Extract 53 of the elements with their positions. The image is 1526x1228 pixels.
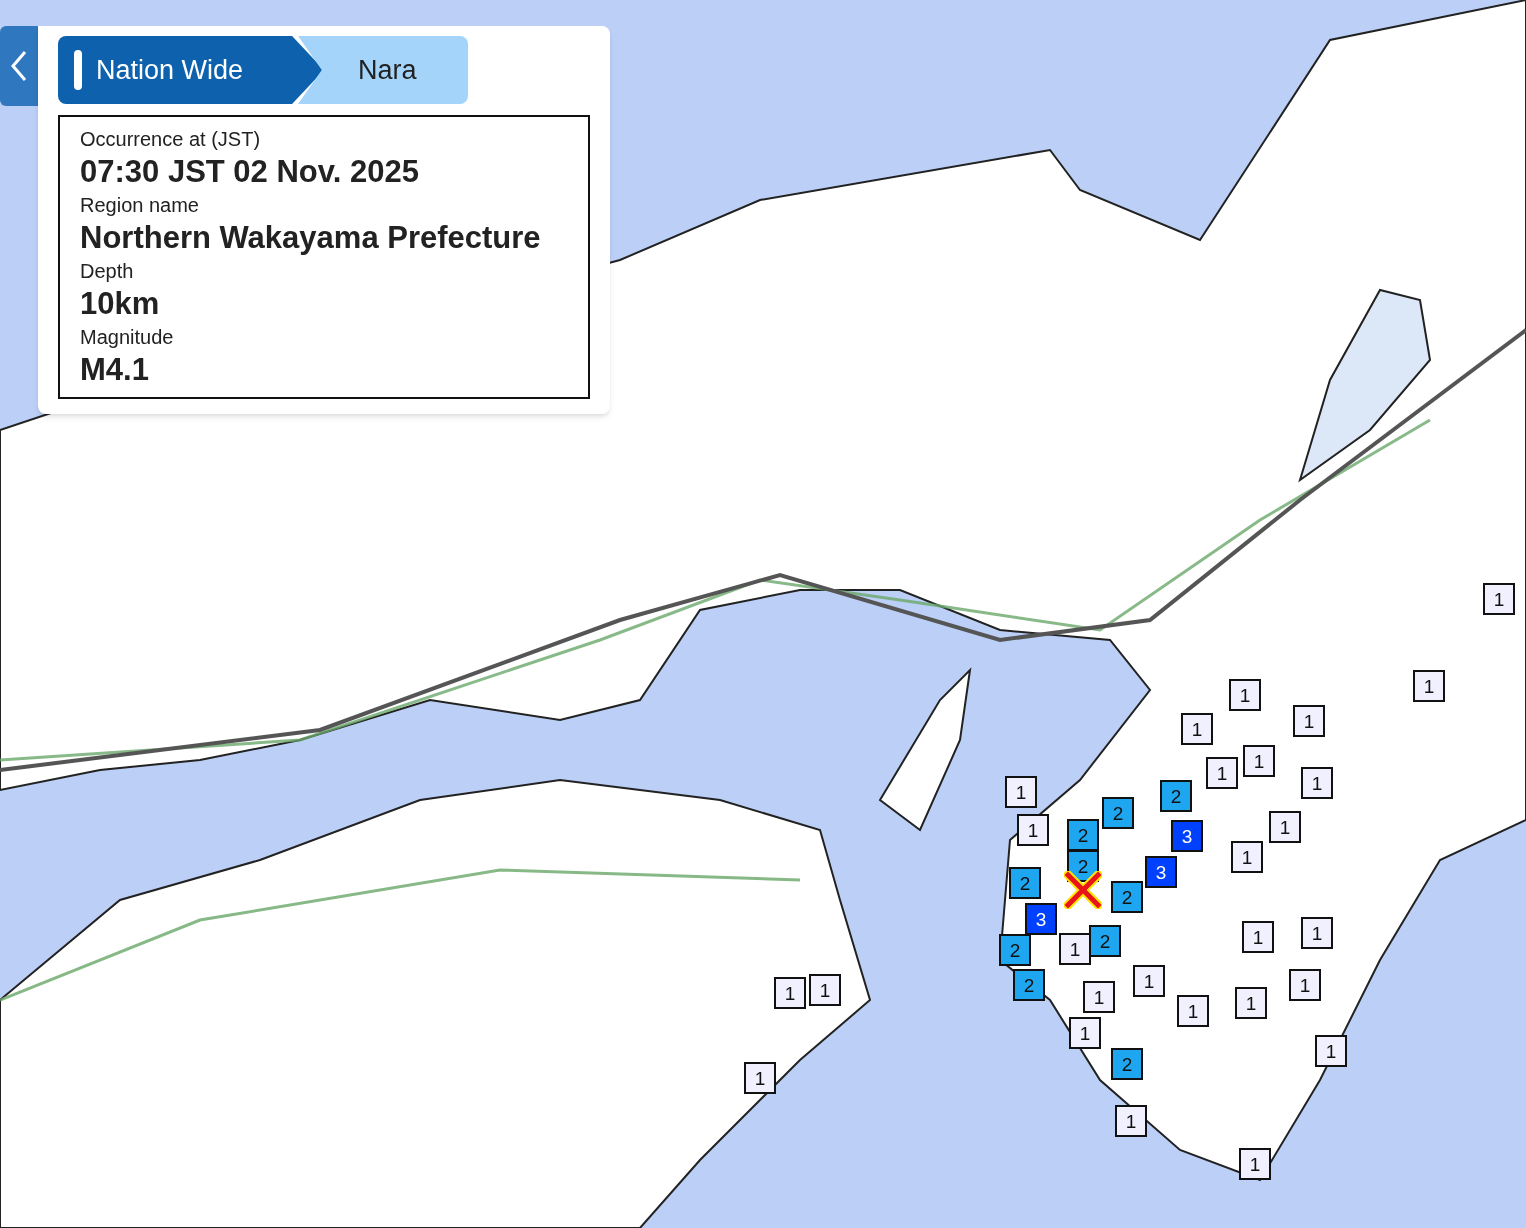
intensity-marker: 2 [1013, 969, 1045, 1001]
intensity-marker: 1 [1293, 705, 1325, 737]
intensity-marker: 1 [1243, 745, 1275, 777]
field-value: 10km [80, 285, 161, 323]
intensity-marker: 1 [1206, 757, 1238, 789]
intensity-marker: 1 [1301, 917, 1333, 949]
field-label: Region name [80, 193, 200, 218]
chevron-left-icon [9, 49, 29, 83]
field-label: Magnitude [80, 325, 175, 350]
intensity-marker: 1 [809, 974, 841, 1006]
intensity-marker: 2 [1102, 797, 1134, 829]
intensity-marker: 2 [1111, 1048, 1143, 1080]
breadcrumb-tab[interactable]: Nation Wide [58, 36, 324, 104]
active-indicator-icon [74, 50, 82, 90]
intensity-marker: 1 [1083, 981, 1115, 1013]
intensity-marker: 1 [1235, 987, 1267, 1019]
intensity-marker: 1 [1017, 814, 1049, 846]
intensity-marker: 2 [1067, 819, 1099, 851]
intensity-marker: 3 [1171, 820, 1203, 852]
back-button[interactable] [0, 26, 38, 106]
intensity-marker: 1 [744, 1062, 776, 1094]
epicenter-cross-icon [1064, 871, 1102, 909]
intensity-marker: 2 [999, 934, 1031, 966]
field-value: Northern Wakayama Prefecture [80, 219, 542, 257]
intensity-marker: 1 [1269, 811, 1301, 843]
intensity-marker: 3 [1025, 903, 1057, 935]
intensity-marker: 2 [1009, 867, 1041, 899]
intensity-marker: 1 [1289, 969, 1321, 1001]
intensity-marker: 1 [774, 977, 806, 1009]
breadcrumb-tab[interactable]: Nara [298, 36, 468, 104]
intensity-marker: 1 [1315, 1035, 1347, 1067]
field-value: M4.1 [80, 351, 150, 389]
intensity-marker: 2 [1111, 881, 1143, 913]
intensity-marker: 2 [1089, 925, 1121, 957]
intensity-marker: 1 [1413, 670, 1445, 702]
field-value: 07:30 JST 02 Nov. 2025 [80, 153, 420, 191]
intensity-marker: 1 [1239, 1148, 1271, 1180]
intensity-marker: 1 [1115, 1105, 1147, 1137]
intensity-marker: 1 [1229, 679, 1261, 711]
intensity-marker: 1 [1177, 995, 1209, 1027]
intensity-marker: 1 [1069, 1017, 1101, 1049]
intensity-marker: 3 [1145, 856, 1177, 888]
intensity-marker: 1 [1181, 713, 1213, 745]
intensity-marker: 1 [1059, 933, 1091, 965]
intensity-marker: 1 [1242, 921, 1274, 953]
intensity-marker: 1 [1005, 776, 1037, 808]
intensity-marker: 2 [1160, 780, 1192, 812]
field-label: Depth [80, 259, 135, 284]
intensity-marker: 1 [1133, 965, 1165, 997]
intensity-marker: 1 [1231, 841, 1263, 873]
intensity-marker: 1 [1301, 767, 1333, 799]
intensity-marker: 1 [1483, 583, 1515, 615]
field-label: Occurrence at (JST) [80, 127, 262, 152]
